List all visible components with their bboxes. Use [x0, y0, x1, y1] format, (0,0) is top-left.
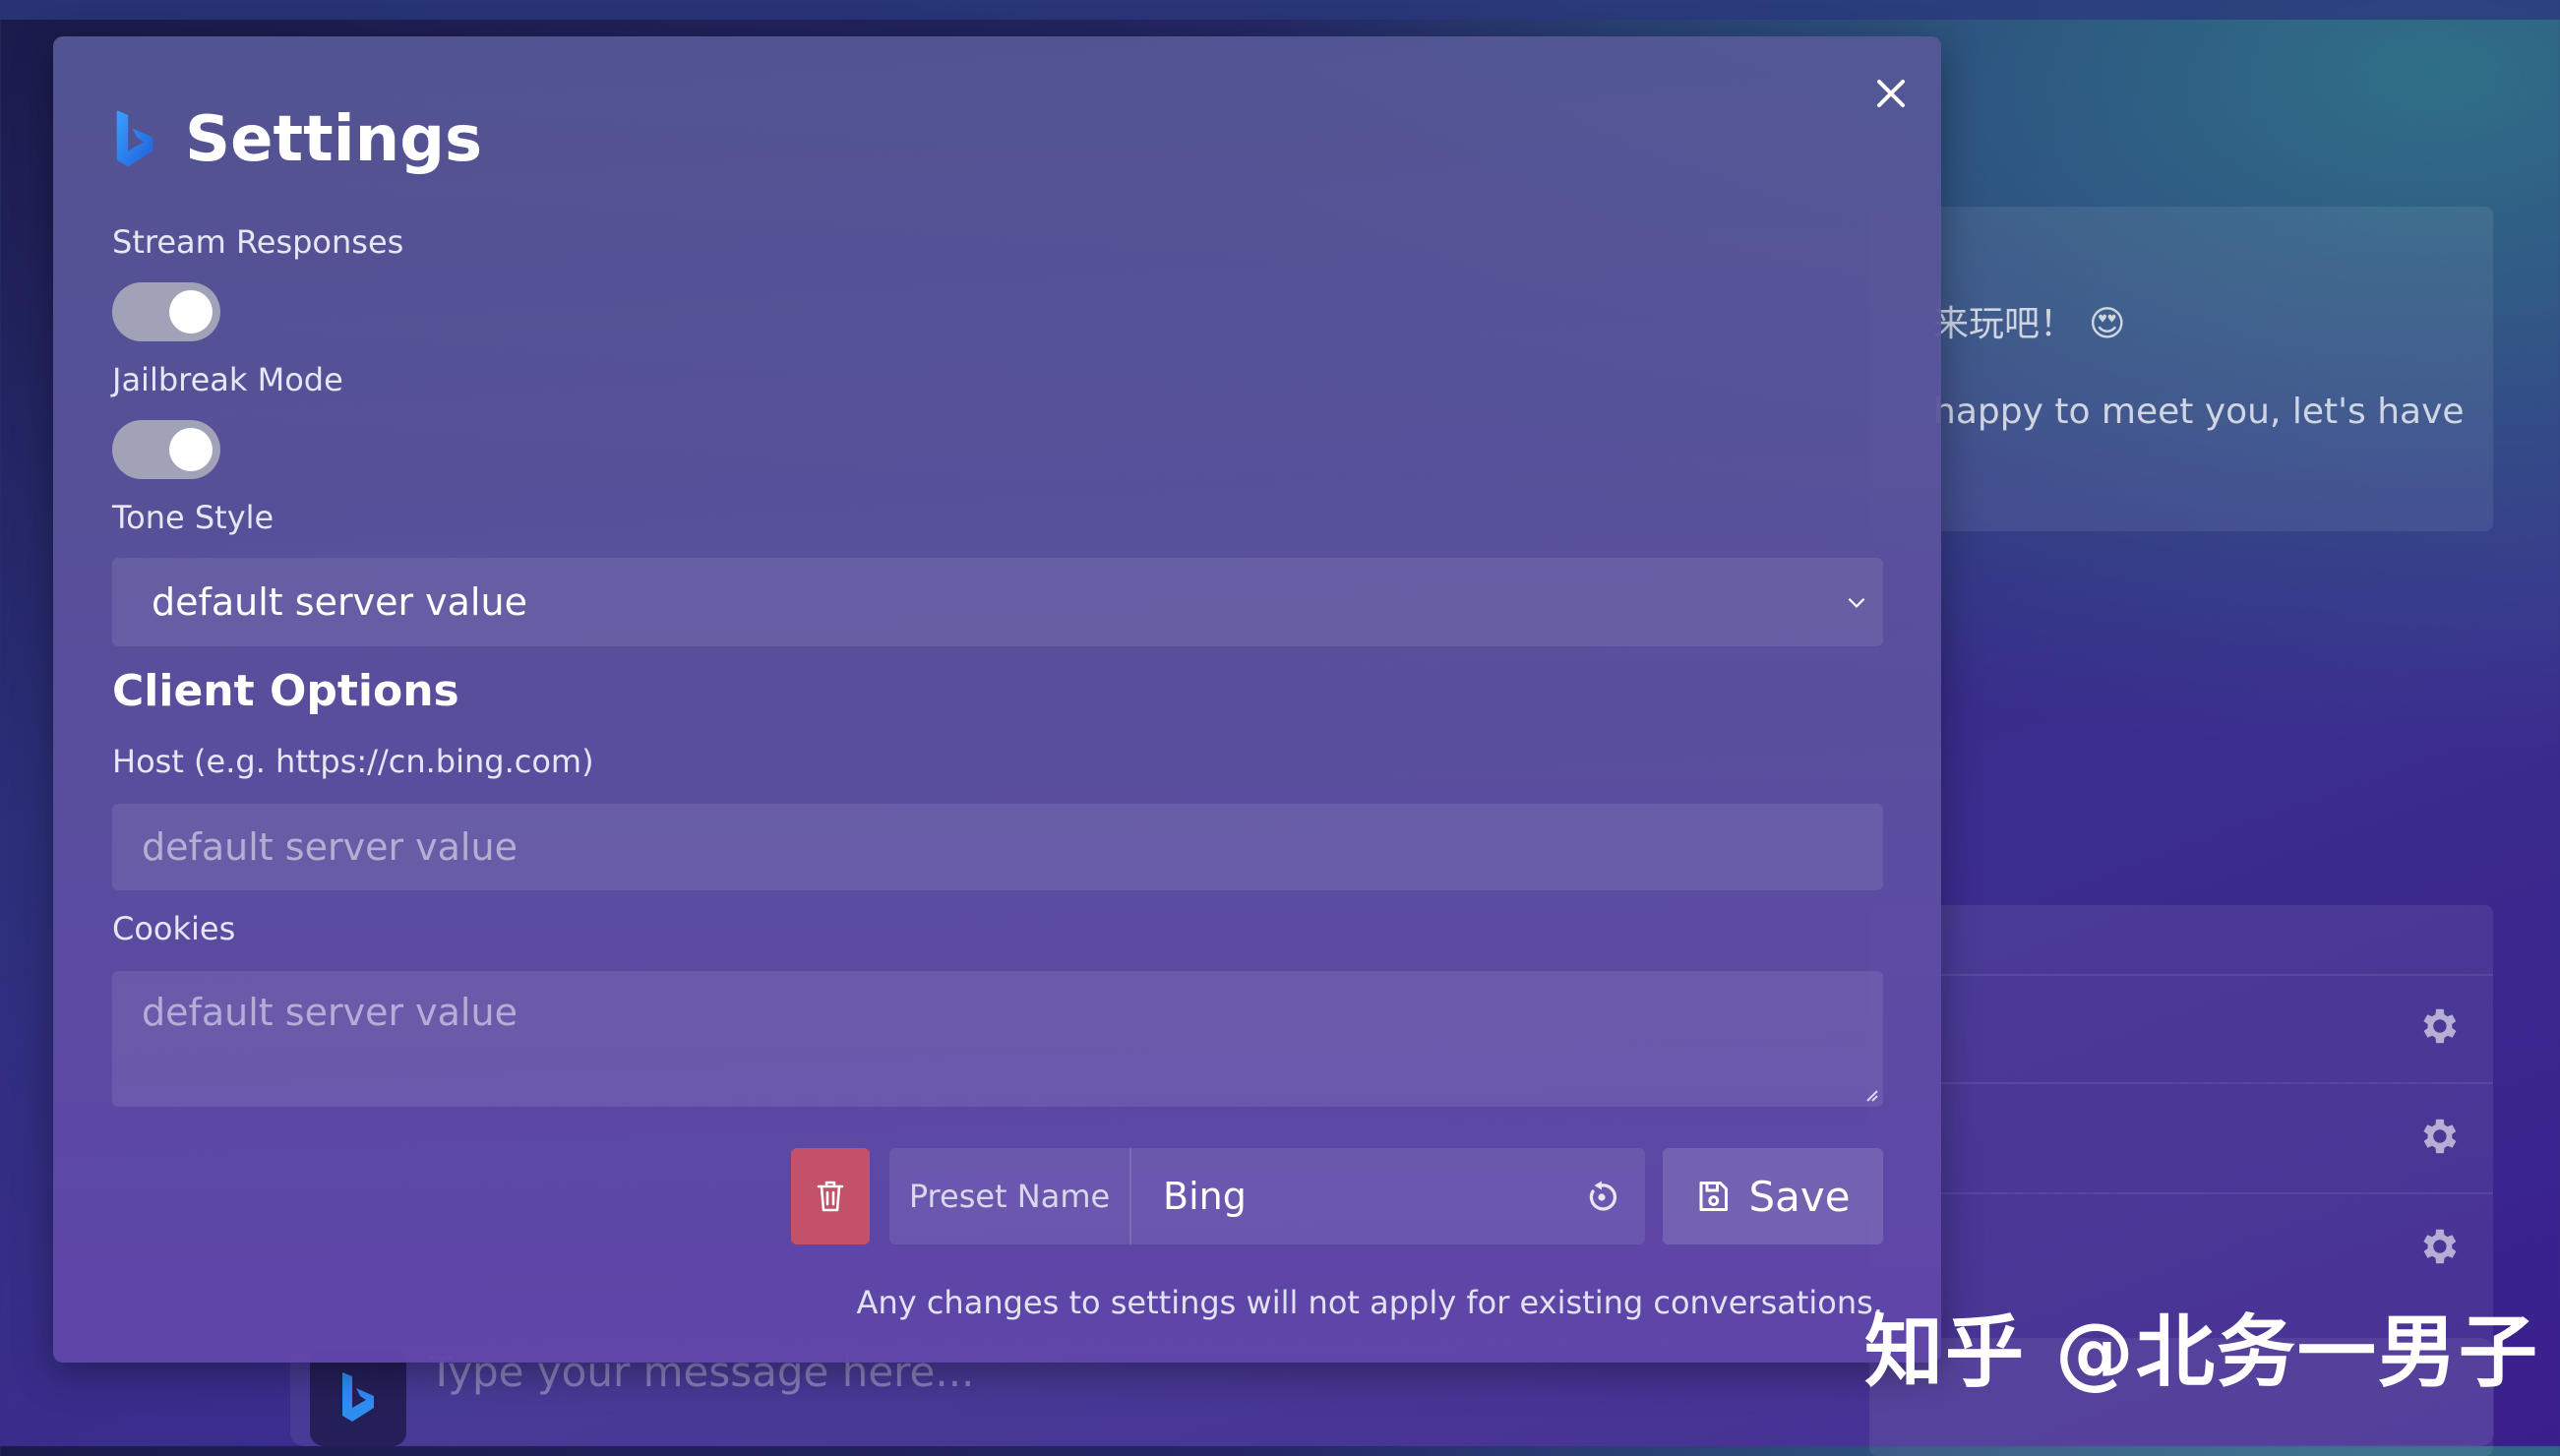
jailbreak-mode-toggle[interactable]	[112, 420, 220, 479]
background-top-bar	[0, 0, 2560, 20]
tone-style-label: Tone Style	[112, 499, 274, 536]
preset-name-value: Bing	[1163, 1175, 1247, 1218]
cookies-label: Cookies	[112, 910, 235, 947]
reset-icon[interactable]	[1584, 1180, 1619, 1215]
background-list-row	[1869, 1082, 2493, 1190]
settings-header: Settings	[112, 103, 482, 176]
toggle-knob	[169, 290, 213, 334]
settings-note: Any changes to settings will not apply f…	[857, 1284, 1883, 1321]
host-placeholder: default server value	[142, 825, 518, 869]
stream-responses-toggle[interactable]	[112, 282, 220, 341]
background-message-en: happy to meet you, let's have	[1933, 392, 2465, 432]
background-message-card	[1869, 207, 2493, 531]
preset-name-label: Preset Name	[889, 1148, 1131, 1244]
cookies-textarea[interactable]: default server value	[112, 971, 1883, 1107]
gear-icon[interactable]	[2415, 1224, 2461, 1269]
toggle-knob	[169, 428, 213, 471]
save-icon	[1695, 1179, 1731, 1214]
background-bing-tile	[310, 1350, 406, 1446]
gear-icon[interactable]	[2415, 1003, 2461, 1049]
client-options-heading: Client Options	[112, 666, 459, 716]
save-button[interactable]: Save	[1663, 1148, 1883, 1244]
trash-icon	[816, 1180, 845, 1213]
save-label: Save	[1748, 1173, 1850, 1221]
preset-name-input[interactable]: Bing	[1131, 1148, 1645, 1244]
preset-name-group: Preset Name Bing	[889, 1148, 1645, 1244]
close-icon[interactable]	[1875, 78, 1907, 109]
chevron-down-icon	[1844, 589, 1869, 615]
jailbreak-mode-label: Jailbreak Mode	[112, 361, 343, 398]
tone-style-select[interactable]: default server value	[112, 558, 1883, 646]
delete-preset-button[interactable]	[791, 1148, 870, 1244]
background-message-cn: 来玩吧！😍	[1933, 295, 2126, 346]
host-input[interactable]: default server value	[112, 804, 1883, 890]
watermark: 知乎 @北务一男子	[1864, 1289, 2539, 1403]
settings-modal: Settings Stream Responses Jailbreak Mode…	[53, 36, 1941, 1363]
close-button[interactable]	[1863, 66, 1919, 121]
cookies-placeholder: default server value	[142, 991, 518, 1034]
tone-style-value: default server value	[152, 580, 527, 624]
settings-title: Settings	[185, 103, 482, 176]
bing-logo-icon	[338, 1370, 378, 1426]
background-list-row	[1869, 974, 2493, 1082]
stream-responses-label: Stream Responses	[112, 223, 403, 261]
bing-logo-icon	[112, 108, 157, 171]
background-list-row	[1869, 1192, 2493, 1301]
host-label: Host (e.g. https://cn.bing.com)	[112, 743, 594, 780]
resize-handle-icon[interactable]	[1861, 1085, 1879, 1103]
gear-icon[interactable]	[2415, 1114, 2461, 1159]
